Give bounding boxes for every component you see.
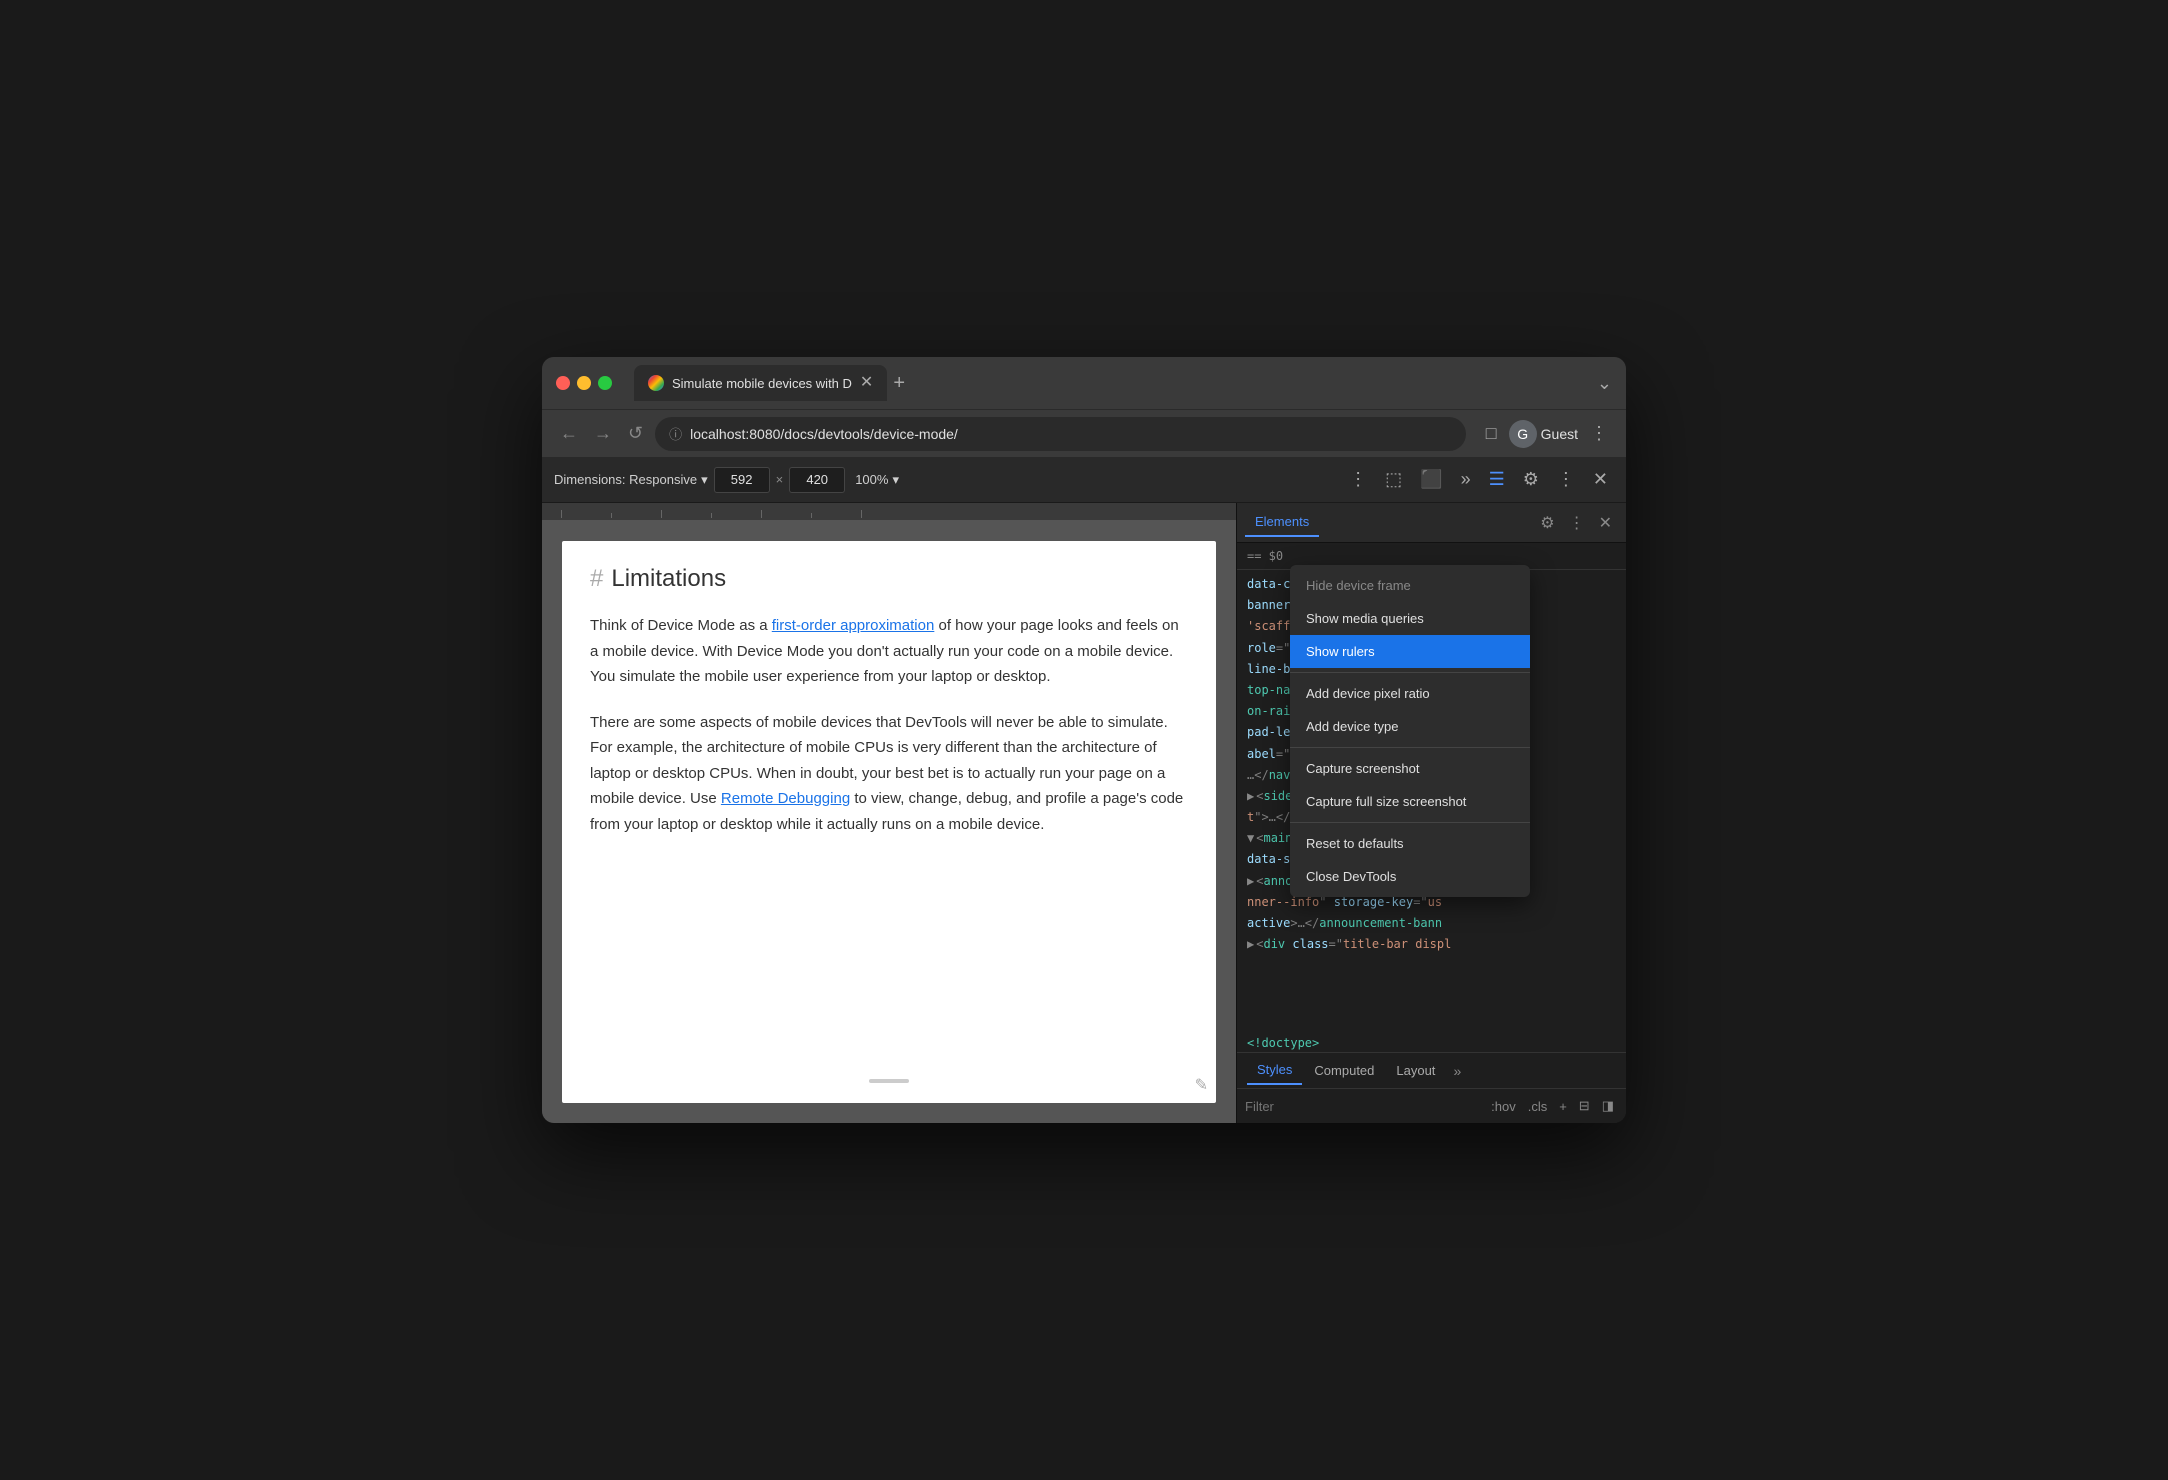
close-traffic-light[interactable] xyxy=(556,376,570,390)
html-line-17: active>…</announcement-bann xyxy=(1237,913,1626,934)
settings-icon[interactable]: ⚙ xyxy=(1517,465,1545,494)
menu-divider-2 xyxy=(1290,747,1530,748)
filter-bar: :hov .cls + ⊟ ◨ xyxy=(1237,1089,1626,1123)
height-input[interactable] xyxy=(789,467,845,493)
width-input[interactable] xyxy=(714,467,770,493)
window-chevron: ⌄ xyxy=(1597,373,1612,394)
ruler-tick-3 xyxy=(661,510,662,518)
bottom-tabs: Styles Computed Layout » xyxy=(1237,1053,1626,1089)
capture-screenshot-item[interactable]: Capture screenshot xyxy=(1290,752,1530,785)
add-style-button[interactable]: + xyxy=(1555,1097,1571,1116)
layout-tab[interactable]: Layout xyxy=(1386,1057,1445,1084)
devtools-toolbar: Dimensions: Responsive ▾ × 100% ▾ ⋮ ⬚ ⬛ … xyxy=(542,457,1626,503)
profile-area[interactable]: G Guest xyxy=(1509,420,1578,448)
dimension-separator: × xyxy=(776,472,784,487)
add-device-type-item[interactable]: Add device type xyxy=(1290,710,1530,743)
menu-divider-1 xyxy=(1290,672,1530,673)
page-heading: Limitations xyxy=(590,565,1188,593)
more-panels-button[interactable]: » xyxy=(1455,465,1477,494)
capture-full-size-screenshot-item[interactable]: Capture full size screenshot xyxy=(1290,785,1530,818)
more-options-button[interactable]: ⋮ xyxy=(1343,465,1373,494)
dropdown-menu: Hide device frame Show media queries Sho… xyxy=(1290,565,1530,897)
computed-view-icon[interactable]: ⊟ xyxy=(1575,1096,1594,1116)
profile-icon: G xyxy=(1509,420,1537,448)
hov-button[interactable]: :hov xyxy=(1487,1097,1520,1116)
computed-tab[interactable]: Computed xyxy=(1304,1057,1384,1084)
devtools-toggle-icon[interactable]: □ xyxy=(1482,419,1501,448)
nav-bar: ← → ↺ ⓘ localhost:8080/docs/devtools/dev… xyxy=(542,409,1626,457)
devtools-panel-header: Elements ⚙ ⋮ ✕ xyxy=(1237,503,1626,543)
first-order-link[interactable]: first-order approximation xyxy=(772,617,935,634)
paragraph-1: Think of Device Mode as a first-order ap… xyxy=(590,613,1188,690)
styles-tab[interactable]: Styles xyxy=(1247,1056,1302,1085)
minimize-traffic-light[interactable] xyxy=(577,376,591,390)
lock-icon: ⓘ xyxy=(669,424,682,443)
edit-icon: ✎ xyxy=(1195,1075,1208,1095)
address-text: localhost:8080/docs/devtools/device-mode… xyxy=(690,426,1452,442)
menu-divider-3 xyxy=(1290,822,1530,823)
viewport-section: Limitations Think of Device Mode as a fi… xyxy=(542,503,1236,1123)
reset-to-defaults-item[interactable]: Reset to defaults xyxy=(1290,827,1530,860)
active-tab[interactable]: Simulate mobile devices with D ✕ xyxy=(634,365,887,401)
panel-close-button[interactable]: ✕ xyxy=(1593,509,1618,537)
tab-title: Simulate mobile devices with D xyxy=(672,376,852,391)
traffic-lights xyxy=(556,376,612,390)
tab-bar: Simulate mobile devices with D ✕ + xyxy=(634,365,1587,401)
panel-more-button[interactable]: ⋮ xyxy=(1563,509,1591,537)
address-bar[interactable]: ⓘ localhost:8080/docs/devtools/device-mo… xyxy=(655,417,1466,451)
screen-mode-icon[interactable]: ⬚ xyxy=(1379,465,1408,494)
ruler-tick-7 xyxy=(861,510,862,518)
new-tab-button[interactable]: + xyxy=(893,372,905,395)
html-line-18: ▶<div class="title-bar displ xyxy=(1237,934,1626,955)
page-content: Limitations Think of Device Mode as a fi… xyxy=(562,541,1216,1103)
ruler-tick-6 xyxy=(811,513,812,518)
dimensions-control: Dimensions: Responsive ▾ × 100% ▾ xyxy=(554,467,899,493)
show-rulers-item[interactable]: Show rulers xyxy=(1290,635,1530,668)
doctype-line: <!doctype> xyxy=(1237,1034,1626,1052)
ruler-tick-2 xyxy=(611,513,612,518)
nav-actions: □ G Guest ⋮ xyxy=(1482,419,1612,448)
ruler-tick-1 xyxy=(561,510,562,518)
dimensions-label[interactable]: Dimensions: Responsive ▾ xyxy=(554,472,708,488)
cls-button[interactable]: .cls xyxy=(1524,1097,1552,1116)
dollar-ref: == $0 xyxy=(1247,549,1283,563)
ruler-tick-4 xyxy=(711,513,712,518)
hide-device-frame-item[interactable]: Hide device frame xyxy=(1290,569,1530,602)
maximize-traffic-light[interactable] xyxy=(598,376,612,390)
browser-window: Simulate mobile devices with D ✕ + ⌄ ← →… xyxy=(542,357,1626,1123)
console-panel-icon[interactable]: ☰ xyxy=(1483,465,1511,494)
ruler-tick-5 xyxy=(761,510,762,518)
main-area: Limitations Think of Device Mode as a fi… xyxy=(542,503,1626,1123)
show-media-queries-item[interactable]: Show media queries xyxy=(1290,602,1530,635)
filter-input[interactable] xyxy=(1245,1099,1481,1114)
profile-label: Guest xyxy=(1541,426,1578,442)
page-scrollbar xyxy=(869,1079,909,1083)
close-devtools-button[interactable]: ✕ xyxy=(1587,465,1614,494)
bottom-panel: Styles Computed Layout » :hov .cls + ⊟ ◨ xyxy=(1237,1052,1626,1123)
add-device-pixel-ratio-item[interactable]: Add device pixel ratio xyxy=(1290,677,1530,710)
paragraph-2: There are some aspects of mobile devices… xyxy=(590,710,1188,838)
devtools-more-button[interactable]: ⋮ xyxy=(1551,465,1581,494)
tab-favicon xyxy=(648,375,664,391)
back-button[interactable]: ← xyxy=(556,419,582,448)
ruler-bar xyxy=(542,503,1236,521)
zoom-control[interactable]: 100% ▾ xyxy=(855,472,899,488)
browser-menu-button[interactable]: ⋮ xyxy=(1586,419,1612,448)
forward-button[interactable]: → xyxy=(590,419,616,448)
tab-close-button[interactable]: ✕ xyxy=(860,375,873,391)
remote-debugging-link[interactable]: Remote Debugging xyxy=(721,790,850,807)
elements-panel-tab[interactable]: Elements xyxy=(1245,508,1319,537)
title-bar: Simulate mobile devices with D ✕ + ⌄ xyxy=(542,357,1626,409)
tablet-mode-icon[interactable]: ⬛ xyxy=(1414,465,1448,494)
toggle-styles-icon[interactable]: ◨ xyxy=(1598,1096,1618,1116)
filter-actions: :hov .cls + ⊟ ◨ xyxy=(1487,1096,1618,1116)
close-devtools-item[interactable]: Close DevTools xyxy=(1290,860,1530,893)
refresh-button[interactable]: ↺ xyxy=(624,419,647,448)
panel-settings-icon[interactable]: ⚙ xyxy=(1534,509,1560,537)
more-tabs-button[interactable]: » xyxy=(1447,1059,1467,1083)
